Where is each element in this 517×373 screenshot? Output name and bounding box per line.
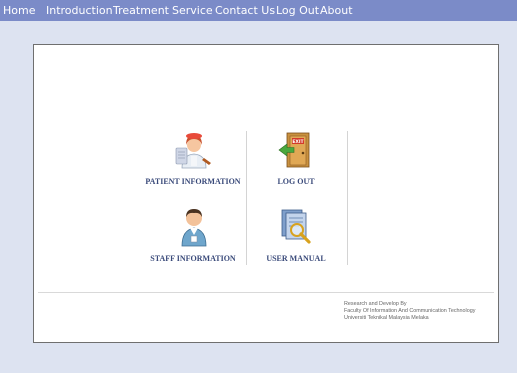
svg-text:EXIT: EXIT [292, 139, 304, 145]
footer-credits: Research and Develop By Faculty Of Infor… [344, 301, 494, 322]
footer-line-2: Faculty Of Information And Communication… [344, 308, 476, 314]
footer-line-1: Research and Develop By [344, 301, 407, 307]
user-manual-link[interactable]: USER MANUAL [226, 254, 366, 263]
staff-person-icon[interactable] [177, 205, 211, 247]
exit-door-icon[interactable]: EXIT [277, 131, 313, 169]
top-navigation-bar: Home Introduction Treatment Service Cont… [0, 0, 517, 21]
nav-contact-us[interactable]: Contact Us [215, 3, 275, 18]
log-out-link[interactable]: LOG OUT [226, 177, 366, 186]
main-panel: PATIENT INFORMATION EXIT LOG OUT STAFF I… [33, 44, 499, 343]
vertical-divider [246, 131, 247, 265]
nurse-icon[interactable] [174, 130, 214, 170]
footer-line-3: Universiti Teknikal Malaysia Melaka [344, 315, 429, 321]
nav-treatment[interactable]: Treatment [113, 3, 169, 18]
vertical-divider [347, 131, 348, 265]
nav-home[interactable]: Home [3, 3, 35, 18]
nav-introduction[interactable]: Introduction [46, 3, 113, 18]
manual-search-icon[interactable] [279, 207, 313, 245]
nav-log-out[interactable]: Log Out [276, 3, 319, 18]
footer-divider [38, 292, 494, 293]
nav-about[interactable]: About [320, 3, 353, 18]
nav-service[interactable]: Service [172, 3, 213, 18]
